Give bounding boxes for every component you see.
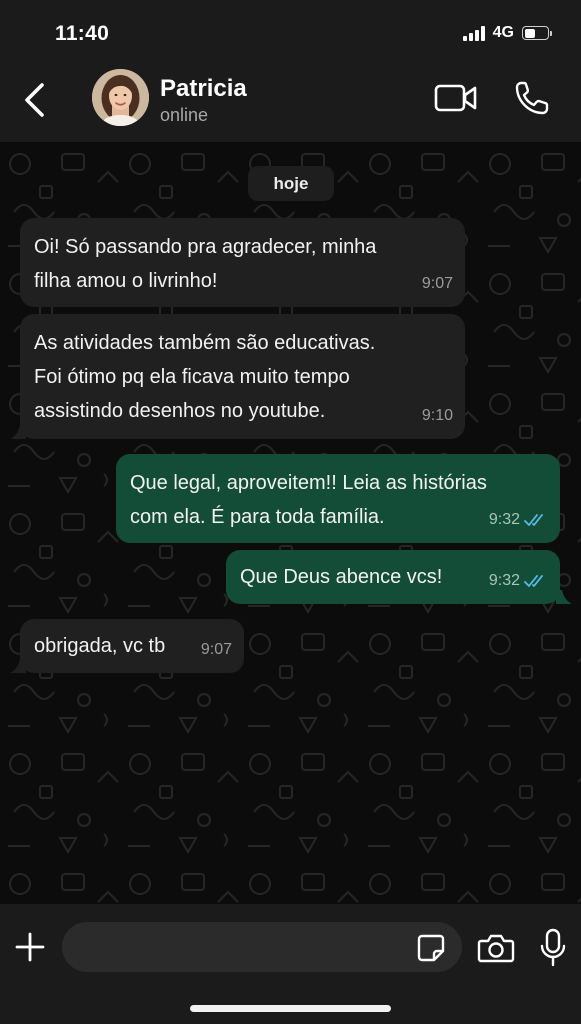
network-label: 4G [492, 24, 514, 41]
message-time: 9:32 [488, 511, 520, 528]
home-indicator[interactable] [190, 1005, 391, 1012]
message-bubble-incoming[interactable]: As atividades também são educativas. Foi… [20, 314, 465, 439]
message-time: 9:32 [488, 572, 520, 589]
message-line: filha amou o livrinho! [34, 270, 218, 292]
camera-icon[interactable] [477, 933, 515, 963]
message-time: 9:10 [421, 407, 453, 424]
bubble-tail [10, 659, 26, 673]
contact-name[interactable]: Patricia [160, 75, 247, 103]
video-call-icon[interactable] [434, 83, 478, 113]
message-bubble-incoming[interactable]: obrigada, vc tb 9:07 [20, 619, 244, 673]
date-separator: hoje [248, 166, 334, 201]
status-indicators: 4G [462, 24, 552, 42]
message-bubble-outgoing[interactable]: Que Deus abence vcs! 9:32 [226, 550, 560, 604]
message-meta: 9:32 [489, 503, 548, 537]
message-meta: 9:07 [422, 267, 453, 301]
message-meta: 9:32 [489, 564, 548, 598]
message-line: Oi! Só passando pra agradecer, minha [34, 236, 377, 258]
avatar[interactable] [92, 69, 149, 126]
message-line: Que legal, aproveitem!! Leia as história… [130, 472, 487, 494]
message-bubble-outgoing[interactable]: Que legal, aproveitem!! Leia as história… [116, 454, 560, 543]
message-time: 9:07 [421, 275, 453, 292]
status-bar: 11:40 4G [0, 0, 581, 62]
microphone-icon[interactable] [539, 928, 567, 968]
battery-icon [522, 26, 552, 40]
bubble-tail [10, 425, 26, 439]
message-input[interactable] [62, 922, 462, 972]
message-time: 9:07 [200, 641, 232, 658]
message-text: Oi! Só passando pra agradecer, minha fil… [34, 230, 451, 298]
sticker-icon[interactable] [416, 933, 446, 963]
signal-icon [462, 25, 485, 41]
battery-level [524, 28, 535, 38]
message-text: Que legal, aproveitem!! Leia as história… [130, 466, 546, 534]
message-list[interactable]: hoje Oi! Só passando pra agradecer, minh… [0, 142, 581, 904]
contact-status: online [160, 105, 209, 125]
read-receipt-icon [524, 575, 543, 587]
chat-screen: 11:40 4G Patricia online hoje Oi! Só pas… [0, 0, 581, 1024]
chevron-left-icon[interactable] [18, 81, 52, 119]
message-line: assistindo desenhos no youtube. [34, 400, 326, 422]
read-receipt-icon [524, 514, 543, 526]
message-line: As atividades também são educativas. [34, 332, 376, 354]
message-line: com ela. É para toda família. [130, 506, 385, 528]
message-bubble-incoming[interactable]: Oi! Só passando pra agradecer, minha fil… [20, 218, 465, 307]
message-meta: 9:07 [201, 633, 232, 667]
composer-bar [0, 904, 581, 1024]
status-time: 11:40 [55, 22, 110, 45]
plus-icon[interactable] [14, 931, 46, 963]
message-text: As atividades também são educativas. Foi… [34, 326, 451, 428]
phone-call-icon[interactable] [514, 80, 550, 116]
chat-header: Patricia online [0, 62, 581, 142]
message-meta: 9:10 [422, 399, 453, 433]
bubble-tail [556, 590, 572, 604]
message-line: Foi ótimo pq ela ficava muito tempo [34, 366, 350, 388]
